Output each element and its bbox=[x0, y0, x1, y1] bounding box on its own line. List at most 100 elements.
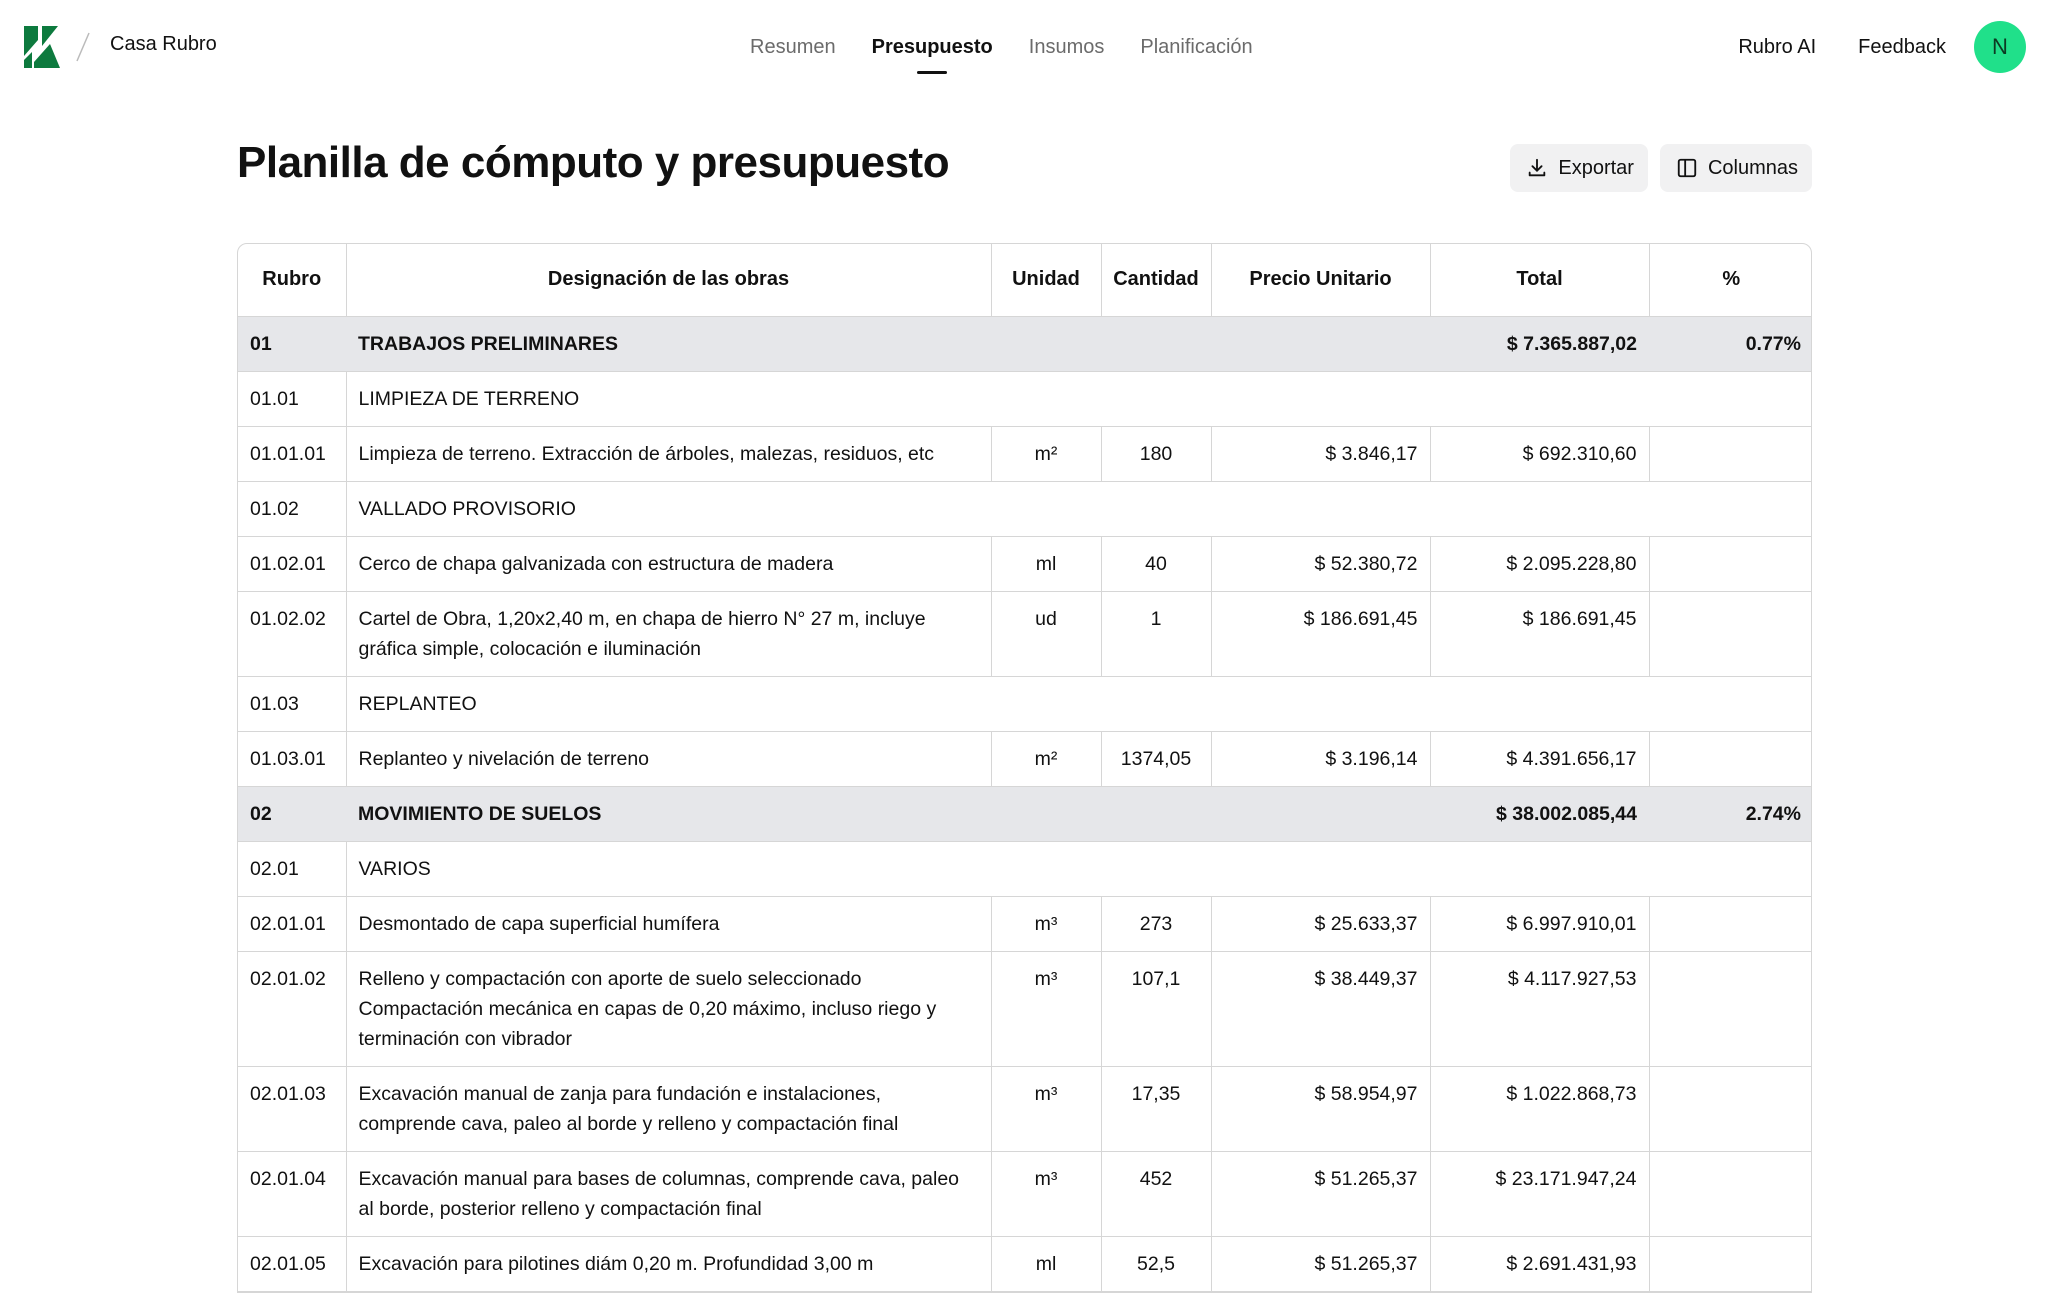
item-total: $ 692.310,60 bbox=[1430, 426, 1650, 482]
column-header-rubro[interactable]: Rubro bbox=[238, 244, 347, 317]
section-percent: 2.74% bbox=[1649, 786, 1811, 842]
item-unit: ud bbox=[991, 591, 1102, 677]
column-header-total[interactable]: Total bbox=[1430, 244, 1650, 317]
item-description: Excavación manual para bases de columnas… bbox=[346, 1151, 992, 1237]
item-total: $ 23.171.947,24 bbox=[1430, 1151, 1650, 1237]
rubro-name: VARIOS bbox=[346, 841, 1811, 897]
columns-label: Columnas bbox=[1707, 156, 1798, 179]
download-icon bbox=[1529, 158, 1546, 177]
tab-planificacion[interactable]: Planificación bbox=[1140, 0, 1252, 94]
item-code: 02.01.03 bbox=[238, 1066, 347, 1152]
item-unit: m³ bbox=[991, 1151, 1102, 1237]
table-row[interactable]: 01.02.02 Cartel de Obra, 1,20x2,40 m, en… bbox=[238, 591, 1811, 677]
table-actions: Exportar Columnas bbox=[1510, 144, 1812, 192]
item-description: Replanteo y nivelación de terreno bbox=[346, 731, 992, 787]
item-quantity: 273 bbox=[1101, 896, 1212, 952]
item-percent bbox=[1649, 426, 1811, 482]
export-button[interactable]: Exportar bbox=[1510, 144, 1648, 192]
table-row[interactable]: 02.01.05 Excavación para pilotines diám … bbox=[238, 1236, 1811, 1292]
avatar[interactable]: N bbox=[1974, 21, 2026, 73]
item-unit-price: $ 51.265,37 bbox=[1211, 1151, 1431, 1237]
item-unit-price: $ 38.449,37 bbox=[1211, 951, 1431, 1067]
item-description: Cerco de chapa galvanizada con estructur… bbox=[346, 536, 992, 592]
item-unit: ml bbox=[991, 1236, 1102, 1292]
nav-right: Rubro AI Feedback N bbox=[1738, 21, 2026, 73]
item-unit: m² bbox=[991, 731, 1102, 787]
section-row[interactable]: 01 TRABAJOS PRELIMINARES $ 7.365.887,02 … bbox=[238, 316, 1811, 372]
item-unit: m³ bbox=[991, 896, 1102, 952]
rubro-name: MOVIMIENTO DE SUELOS bbox=[346, 786, 1430, 842]
item-percent bbox=[1649, 1066, 1811, 1152]
column-header-cantidad[interactable]: Cantidad bbox=[1101, 244, 1212, 317]
subsection-row[interactable]: 01.03 REPLANTEO bbox=[238, 676, 1811, 732]
item-description: Limpieza de terreno. Extracción de árbol… bbox=[346, 426, 992, 482]
main-tabs: Resumen Presupuesto Insumos Planificació… bbox=[750, 0, 1253, 94]
budget-table: Rubro Designación de las obras Unidad Ca… bbox=[237, 243, 1812, 1293]
item-unit-price: $ 186.691,45 bbox=[1211, 591, 1431, 677]
rubro-ai-link[interactable]: Rubro AI bbox=[1738, 36, 1816, 59]
table-row[interactable]: 02.01.02 Relleno y compactación con apor… bbox=[238, 951, 1811, 1067]
item-unit-price: $ 3.196,14 bbox=[1211, 731, 1431, 787]
section-total: $ 7.365.887,02 bbox=[1430, 316, 1649, 372]
item-total: $ 1.022.868,73 bbox=[1430, 1066, 1650, 1152]
rubro-logo-icon[interactable] bbox=[24, 26, 60, 68]
feedback-link[interactable]: Feedback bbox=[1858, 36, 1946, 59]
columns-icon bbox=[1677, 158, 1697, 178]
rubro-code: 01 bbox=[238, 316, 346, 372]
rubro-name: VALLADO PROVISORIO bbox=[346, 481, 1811, 537]
item-unit-price: $ 58.954,97 bbox=[1211, 1066, 1431, 1152]
item-code: 02.01.04 bbox=[238, 1151, 347, 1237]
table-row[interactable]: 02.01.03 Excavación manual de zanja para… bbox=[238, 1066, 1811, 1152]
table-row[interactable]: 01.01.01 Limpieza de terreno. Extracción… bbox=[238, 426, 1811, 482]
item-percent bbox=[1649, 896, 1811, 952]
item-quantity: 1 bbox=[1101, 591, 1212, 677]
tab-presupuesto[interactable]: Presupuesto bbox=[872, 0, 993, 94]
item-description: Cartel de Obra, 1,20x2,40 m, en chapa de… bbox=[346, 591, 992, 677]
project-name[interactable]: Casa Rubro bbox=[110, 33, 217, 56]
section-row[interactable]: 02 MOVIMIENTO DE SUELOS $ 38.002.085,44 … bbox=[238, 786, 1811, 842]
item-total: $ 6.997.910,01 bbox=[1430, 896, 1650, 952]
column-header-unidad[interactable]: Unidad bbox=[991, 244, 1102, 317]
item-percent bbox=[1649, 591, 1811, 677]
item-total: $ 4.117.927,53 bbox=[1430, 951, 1650, 1067]
item-code: 01.03.01 bbox=[238, 731, 347, 787]
item-unit-price: $ 3.846,17 bbox=[1211, 426, 1431, 482]
column-header-designacion[interactable]: Designación de las obras bbox=[346, 244, 992, 317]
item-unit: m² bbox=[991, 426, 1102, 482]
item-percent bbox=[1649, 731, 1811, 787]
table-row[interactable]: 01.03.01 Replanteo y nivelación de terre… bbox=[238, 731, 1811, 787]
subsection-row[interactable]: 01.02 VALLADO PROVISORIO bbox=[238, 481, 1811, 537]
table-row[interactable]: 02.01.04 Excavación manual para bases de… bbox=[238, 1151, 1811, 1237]
item-unit: ml bbox=[991, 536, 1102, 592]
item-total: $ 2.095.228,80 bbox=[1430, 536, 1650, 592]
breadcrumb-separator bbox=[76, 32, 90, 62]
item-unit: m³ bbox=[991, 1066, 1102, 1152]
item-description: Excavación para pilotines diám 0,20 m. P… bbox=[346, 1236, 992, 1292]
item-quantity: 1374,05 bbox=[1101, 731, 1212, 787]
tab-resumen[interactable]: Resumen bbox=[750, 0, 836, 94]
rubro-name: REPLANTEO bbox=[346, 676, 1811, 732]
column-header-percent[interactable]: % bbox=[1649, 244, 1811, 317]
item-code: 02.01.02 bbox=[238, 951, 347, 1067]
table-row[interactable]: 01.02.01 Cerco de chapa galvanizada con … bbox=[238, 536, 1811, 592]
subsection-row[interactable]: 02.01 VARIOS bbox=[238, 841, 1811, 897]
section-total: $ 38.002.085,44 bbox=[1430, 786, 1649, 842]
item-code: 01.01.01 bbox=[238, 426, 347, 482]
table-header-row: Rubro Designación de las obras Unidad Ca… bbox=[238, 244, 1811, 317]
column-header-precio-unitario[interactable]: Precio Unitario bbox=[1211, 244, 1431, 317]
item-description: Excavación manual de zanja para fundació… bbox=[346, 1066, 992, 1152]
item-code: 01.02.02 bbox=[238, 591, 347, 677]
item-quantity: 52,5 bbox=[1101, 1236, 1212, 1292]
columns-button[interactable]: Columnas bbox=[1659, 144, 1812, 192]
item-unit-price: $ 25.633,37 bbox=[1211, 896, 1431, 952]
item-quantity: 17,35 bbox=[1101, 1066, 1212, 1152]
item-code: 01.02.01 bbox=[238, 536, 347, 592]
rubro-name: TRABAJOS PRELIMINARES bbox=[346, 316, 1430, 372]
rubro-code: 01.03 bbox=[238, 676, 347, 732]
top-nav-bar: Casa Rubro Resumen Presupuesto Insumos P… bbox=[0, 0, 2048, 94]
item-quantity: 40 bbox=[1101, 536, 1212, 592]
table-row[interactable]: 02.01.01 Desmontado de capa superficial … bbox=[238, 896, 1811, 952]
subsection-row[interactable]: 01.01 LIMPIEZA DE TERRENO bbox=[238, 371, 1811, 427]
tab-insumos[interactable]: Insumos bbox=[1029, 0, 1105, 94]
item-total: $ 2.691.431,93 bbox=[1430, 1236, 1650, 1292]
